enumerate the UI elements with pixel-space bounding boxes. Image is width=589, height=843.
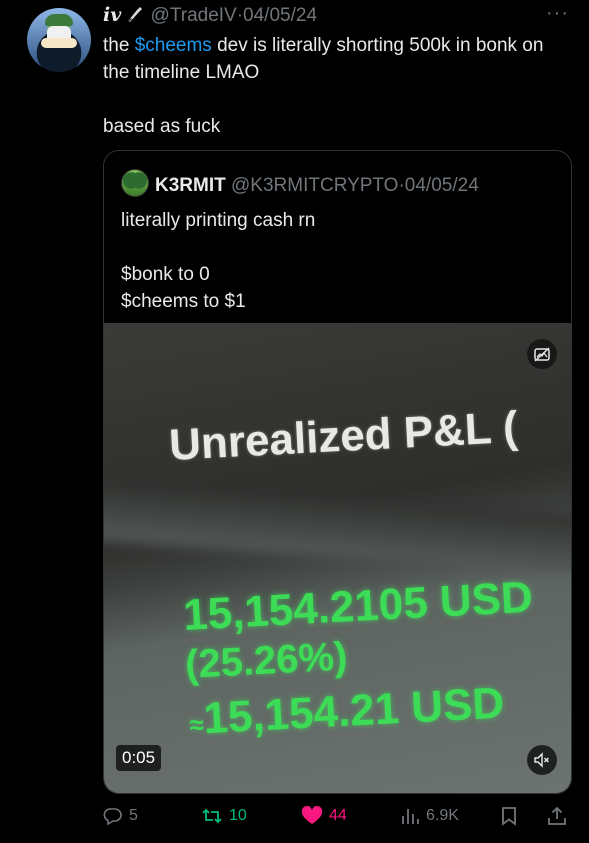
author-name[interactable]: iv	[103, 4, 121, 26]
tweet-text: the $cheems dev is literally shorting 50…	[103, 32, 573, 140]
views-button[interactable]: 6.9K	[400, 803, 459, 829]
video-pnl-value: 15,154.2105 USD	[182, 572, 534, 640]
share-button[interactable]	[547, 803, 567, 829]
quote-text: literally printing cash rn $bonk to 0 $c…	[121, 207, 551, 315]
hide-media-button[interactable]	[527, 339, 557, 369]
like-count: 44	[329, 807, 347, 824]
video-pnl-approx: ≈15,154.21 USD	[188, 678, 506, 745]
retweet-count: 10	[229, 807, 247, 824]
tweet-actions-bar: 5 10 44 6.9K	[103, 803, 573, 829]
bookmark-icon	[502, 807, 516, 826]
heart-icon	[301, 806, 323, 824]
reply-icon	[103, 808, 122, 826]
video-player[interactable]: Unrealized P&L ( 15,154.2105 USD (25.26%…	[104, 323, 571, 793]
author-avatar[interactable]	[27, 8, 91, 72]
cashtag-link[interactable]: $cheems	[135, 35, 212, 56]
quote-author-avatar[interactable]	[121, 169, 149, 197]
quote-author-name[interactable]: K3RMIT	[155, 175, 226, 196]
retweet-icon	[202, 808, 222, 824]
speaker-muted-icon	[534, 752, 549, 768]
reply-button[interactable]: 5	[103, 803, 138, 829]
retweet-button[interactable]: 10	[201, 803, 247, 829]
tweet-text-line2: based as fuck	[103, 116, 221, 137]
views-count: 6.9K	[426, 807, 459, 824]
quoted-tweet[interactable]: K3RMIT @K3RMITCRYPTO·04/05/24 literally …	[103, 150, 572, 794]
analytics-icon	[402, 809, 419, 824]
quote-header: K3RMIT @K3RMITCRYPTO·04/05/24	[121, 169, 479, 197]
knife-icon	[128, 7, 143, 22]
quote-text-line3: $cheems to $1	[121, 291, 246, 312]
tweet-date[interactable]: 04/05/24	[243, 5, 317, 26]
quote-date[interactable]: 04/05/24	[405, 175, 479, 196]
video-pnl-approx-value: 15,154.21 USD	[202, 678, 506, 744]
avatar-hand-shape	[41, 38, 77, 48]
reply-count: 5	[129, 807, 138, 824]
quote-text-line1: literally printing cash rn	[121, 210, 316, 231]
quote-author-handle[interactable]: @K3RMITCRYPTO	[231, 175, 398, 196]
screen-edge-shape	[104, 478, 571, 578]
avatar-cap-shape	[45, 14, 73, 26]
video-duration-badge: 0:05	[116, 745, 162, 771]
video-pnl-label: Unrealized P&L (	[168, 402, 519, 470]
like-button[interactable]: 44	[301, 803, 347, 829]
tweet-text-line1: the $cheems dev is literally shorting 50…	[103, 32, 573, 86]
eye-slash-icon	[534, 347, 550, 362]
video-pnl-percent: (25.26%)	[184, 634, 349, 687]
tweet-header: iv @TradeIV·04/05/24	[103, 4, 317, 27]
more-options-button[interactable]: ···	[546, 2, 569, 25]
author-handle[interactable]: @TradeIV	[151, 5, 237, 26]
quote-text-line2: $bonk to 0	[121, 264, 210, 285]
unmute-button[interactable]	[527, 745, 557, 775]
share-icon	[548, 806, 566, 825]
tweet-text-before: the	[103, 35, 135, 56]
bookmark-button[interactable]	[500, 803, 518, 829]
